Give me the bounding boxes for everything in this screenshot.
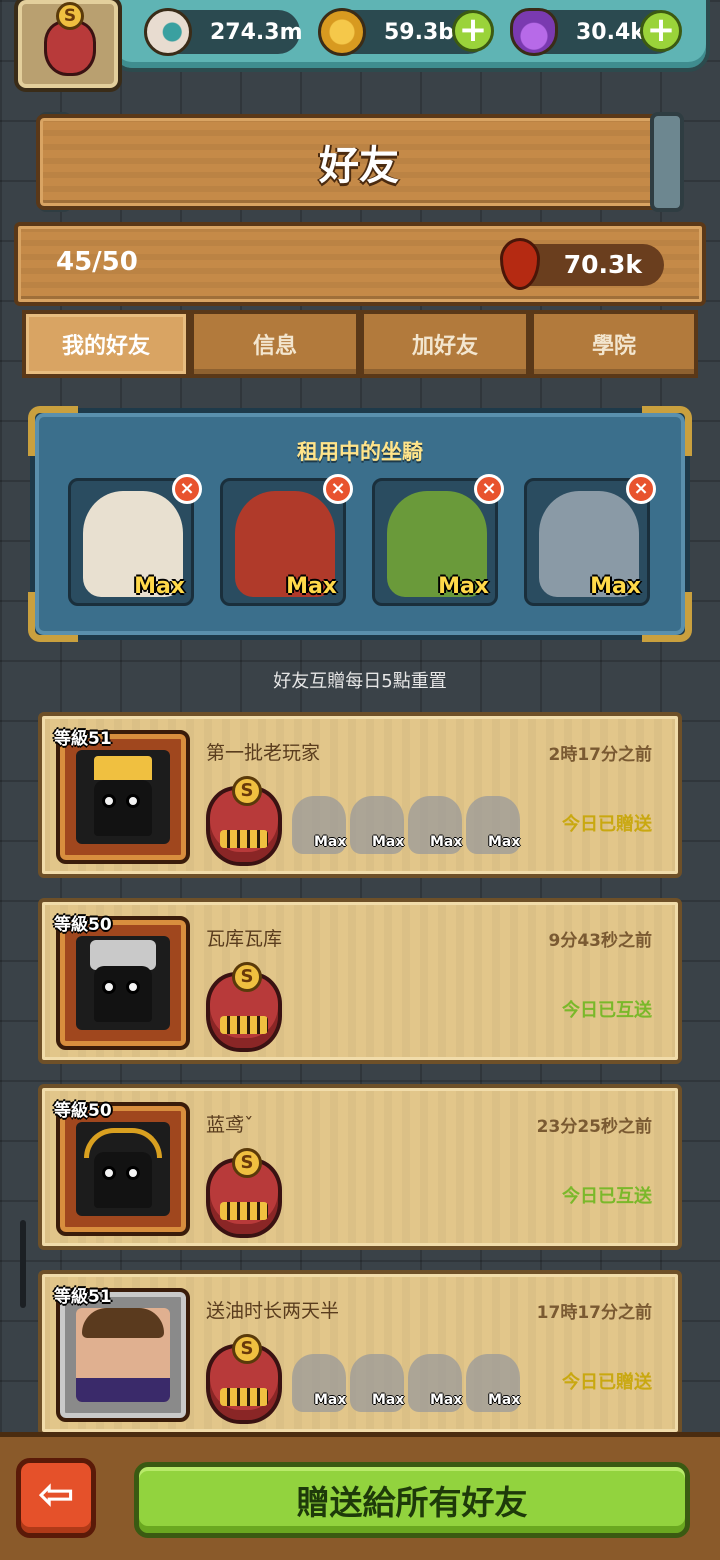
monster-face [94,780,152,836]
back-button[interactable]: ⇦ [16,1458,96,1538]
friend-avatar-frame[interactable] [56,730,190,864]
tab-add-friend[interactable]: 加好友 [360,310,530,378]
rank-badge-icon: S [206,962,282,1052]
gift-status: 今日已互送 [562,1000,652,1021]
eye-resource: 274.3m [144,8,303,56]
friend-avatar [76,936,170,1030]
gift-status: 今日已互送 [562,1186,652,1207]
mount-max-label: Max [372,1392,405,1408]
rank-letter: S [56,2,84,30]
friend-avatar-frame[interactable] [56,1102,190,1236]
tab-my-friends[interactable]: 我的好友 [22,310,190,378]
rank-letter: S [232,1334,262,1364]
hair-icon [82,1308,164,1338]
mount-max-label: Max [438,574,489,599]
last-online: 9分43秒之前 [548,931,653,951]
friend-name: 送油时长两天半 [206,1300,340,1322]
rank-badge-icon: S [206,1148,282,1238]
potion-icon [510,8,558,56]
eye [126,794,140,808]
monster-face [94,1152,152,1208]
eye [102,980,116,994]
rank-badge-icon: S [206,776,282,866]
friend-avatar [76,1122,170,1216]
add-potion-button[interactable]: + [640,10,682,52]
friend-avatar [76,1308,170,1402]
eye [102,794,116,808]
add-coin-button[interactable]: + [452,10,494,52]
last-online: 23分25秒之前 [536,1117,652,1137]
eye [126,1166,140,1180]
tab-messages[interactable]: 信息 [190,310,360,378]
mount-max-label: Max [314,1392,347,1408]
coin-value: 59.3b [384,19,455,45]
teeth [220,830,268,848]
player-avatar[interactable]: S [14,0,122,92]
remove-mount-button[interactable]: × [626,474,656,504]
friend-avatar-frame[interactable] [56,1288,190,1422]
corner-ornament [642,592,692,642]
last-online: 17時17分之前 [536,1303,652,1323]
right-bracket [650,112,684,212]
left-arrow-icon: ⇦ [37,1469,75,1520]
friend-name: 第一批老玩家 [206,742,321,764]
gift-status: 今日已贈送 [562,1372,652,1393]
friend-card[interactable]: 等級51 送油时长两天半 17時17分之前 今日已贈送 S Max Max Ma… [38,1270,682,1436]
mount-max-label: Max [372,834,405,850]
coin-icon [318,8,366,56]
friend-count: 45/50 [56,247,138,277]
friend-avatar-frame[interactable] [56,916,190,1050]
teeth [220,1016,268,1034]
friend-name: 瓦库瓦库 [206,928,283,950]
friend-name: 蓝鸢ˇ [206,1114,254,1136]
potion-value: 30.4k [576,19,645,45]
eye [126,980,140,994]
mount-max-label: Max [430,834,463,850]
page-title: 好友 [36,114,682,210]
rank-letter: S [232,1148,262,1178]
collar-icon [76,1378,170,1402]
monster-face [94,966,152,1022]
remove-mount-button[interactable]: × [474,474,504,504]
mount-max-label: Max [430,1392,463,1408]
eye [102,1166,116,1180]
mount-max-label: Max [286,574,337,599]
level-badge: 等級51 [54,729,112,749]
mount-max-label: Max [488,834,521,850]
last-online: 2時17分之前 [548,745,653,765]
eyeball-icon [144,8,192,56]
eye-value: 274.3m [210,19,303,45]
friend-card[interactable]: 等級50 瓦库瓦库 9分43秒之前 今日已互送 S [38,898,682,1064]
mount-max-label: Max [134,574,185,599]
scrollbar[interactable] [20,1220,26,1308]
teeth [220,1388,268,1406]
send-to-all-button[interactable]: 贈送給所有好友 [134,1462,690,1538]
level-badge: 等級50 [54,915,112,935]
mount-max-label: Max [590,574,641,599]
mount-max-label: Max [488,1392,521,1408]
mount-max-label: Max [314,834,347,850]
rented-mounts-title: 租用中的坐騎 [297,440,423,464]
friend-card[interactable]: 等級51 第一批老玩家 2時17分之前 今日已贈送 S Max Max Max … [38,712,682,878]
friend-card[interactable]: 等級50 蓝鸢ˇ 23分25秒之前 今日已互送 S [38,1084,682,1250]
level-badge: 等級51 [54,1287,112,1307]
rank-letter: S [232,962,262,992]
rank-letter: S [232,776,262,806]
remove-mount-button[interactable]: × [323,474,353,504]
rank-badge-icon: S [206,1334,282,1424]
tab-academy[interactable]: 學院 [530,310,698,378]
friend-avatar [76,750,170,844]
level-badge: 等級50 [54,1101,112,1121]
remove-mount-button[interactable]: × [172,474,202,504]
teeth [220,1202,268,1220]
gift-status: 今日已贈送 [562,814,652,835]
reset-note: 好友互贈每日5點重置 [273,671,447,692]
crown-icon [94,756,152,780]
